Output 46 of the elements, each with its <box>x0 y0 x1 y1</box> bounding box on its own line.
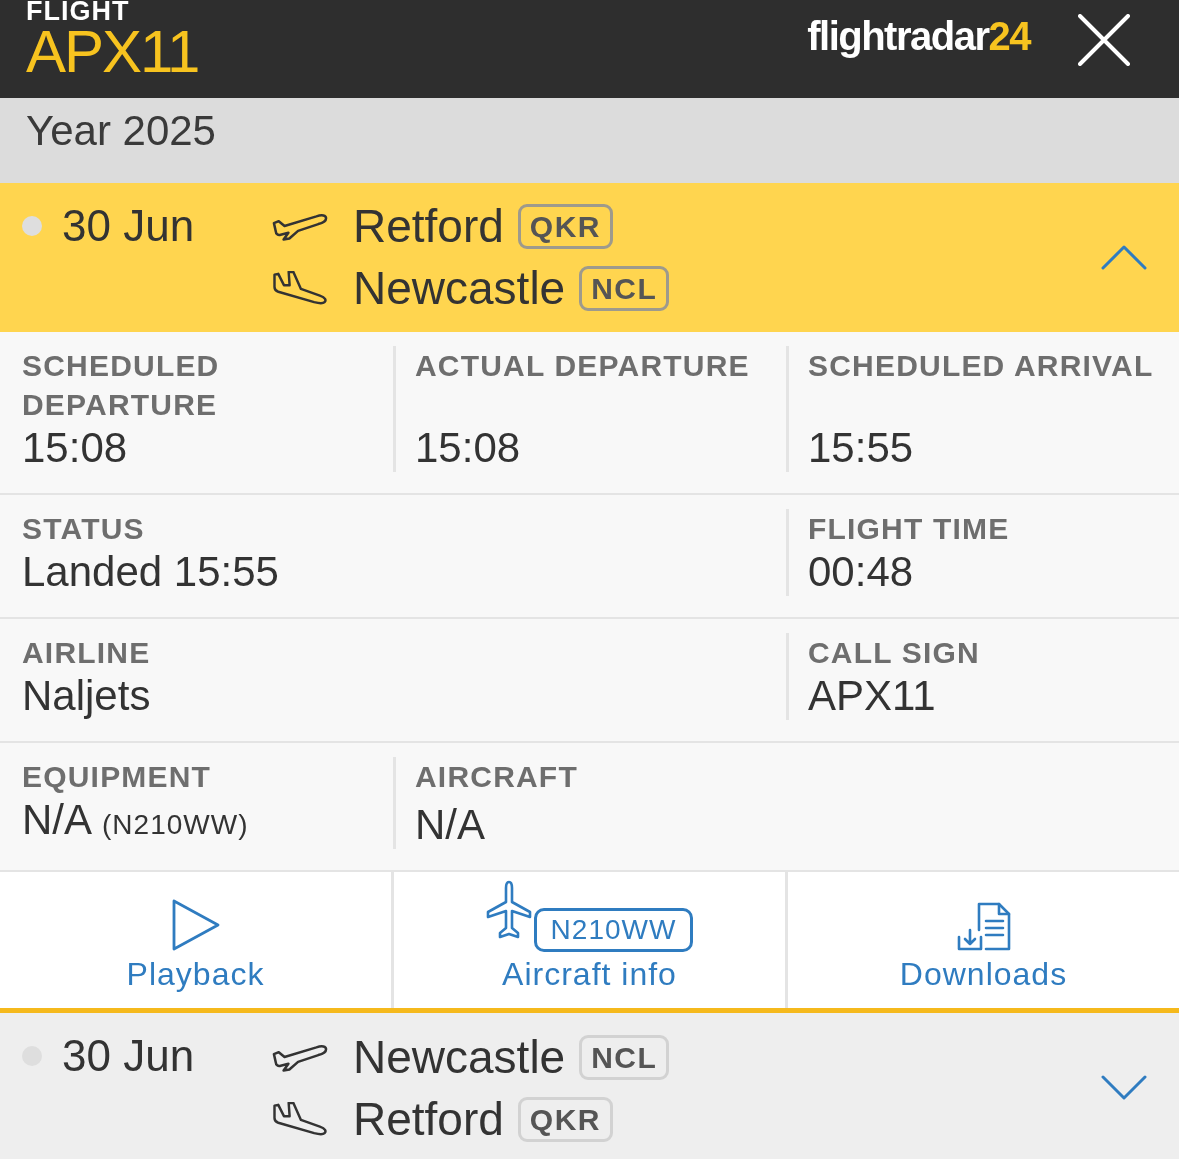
detail-label: SCHEDULED ARRIVAL <box>808 348 1154 384</box>
registration-note: (N210WW) <box>102 808 249 842</box>
chevron-up-icon[interactable] <box>1101 244 1147 270</box>
flight-date: 30 Jun <box>62 201 195 251</box>
airport-code-tag: NCL <box>579 265 670 311</box>
takeoff-plane-icon <box>272 211 328 241</box>
detail-label: AIRLINE <box>22 635 151 671</box>
flight-number: APX11 <box>26 22 199 82</box>
airport-code-tag: QKR <box>517 203 614 249</box>
airport-code-tag: QKR <box>517 1096 614 1142</box>
play-icon <box>170 898 221 952</box>
flight-date: 30 Jun <box>62 1031 195 1081</box>
detail-label: CALL SIGN <box>808 635 980 671</box>
airport-code-tag: NCL <box>579 1034 670 1080</box>
detail-label: SCHEDULED DEPARTURE <box>22 348 221 423</box>
detail-value: Naljets <box>22 672 151 720</box>
chevron-down-icon[interactable] <box>1101 1075 1147 1101</box>
flight-label: FLIGHT <box>26 0 130 22</box>
landing-plane-icon <box>272 271 328 305</box>
status-dot-icon <box>22 216 42 236</box>
detail-label: FLIGHT TIME <box>808 511 1010 547</box>
detail-value: 15:08 <box>22 424 128 472</box>
detail-value: 15:55 <box>808 424 914 472</box>
detail-value: N/A <box>415 801 485 849</box>
registration-tag: N210WW <box>533 908 694 952</box>
detail-label: ACTUAL DEPARTURE <box>415 348 750 384</box>
landing-plane-icon <box>272 1102 328 1136</box>
flight-summary-row[interactable]: 30 Jun Retford QKR Newcastle NCL <box>0 183 1179 332</box>
year-heading: Year 2025 <box>26 106 216 156</box>
detail-label: EQUIPMENT <box>22 759 212 795</box>
close-icon[interactable] <box>1078 14 1130 66</box>
arrival-city: Newcastle <box>353 262 566 314</box>
detail-value: 00:48 <box>808 548 914 596</box>
departure-city: Newcastle <box>353 1031 566 1083</box>
flight-summary-row[interactable]: 30 Jun Newcastle NCL Retford QKR <box>0 1013 1179 1159</box>
arrival-city: Retford <box>353 1093 504 1145</box>
detail-value: APX11 <box>808 672 936 720</box>
detail-value: 15:08 <box>415 424 521 472</box>
departure-city: Retford <box>353 200 504 252</box>
detail-label: STATUS <box>22 511 145 547</box>
app-logo: flightradar24 <box>807 13 1030 60</box>
detail-label: AIRCRAFT <box>415 759 578 795</box>
detail-value: Landed 15:55 <box>22 548 279 596</box>
download-document-icon <box>956 902 1011 952</box>
detail-value: N/A <box>22 796 92 844</box>
takeoff-plane-icon <box>272 1042 328 1072</box>
